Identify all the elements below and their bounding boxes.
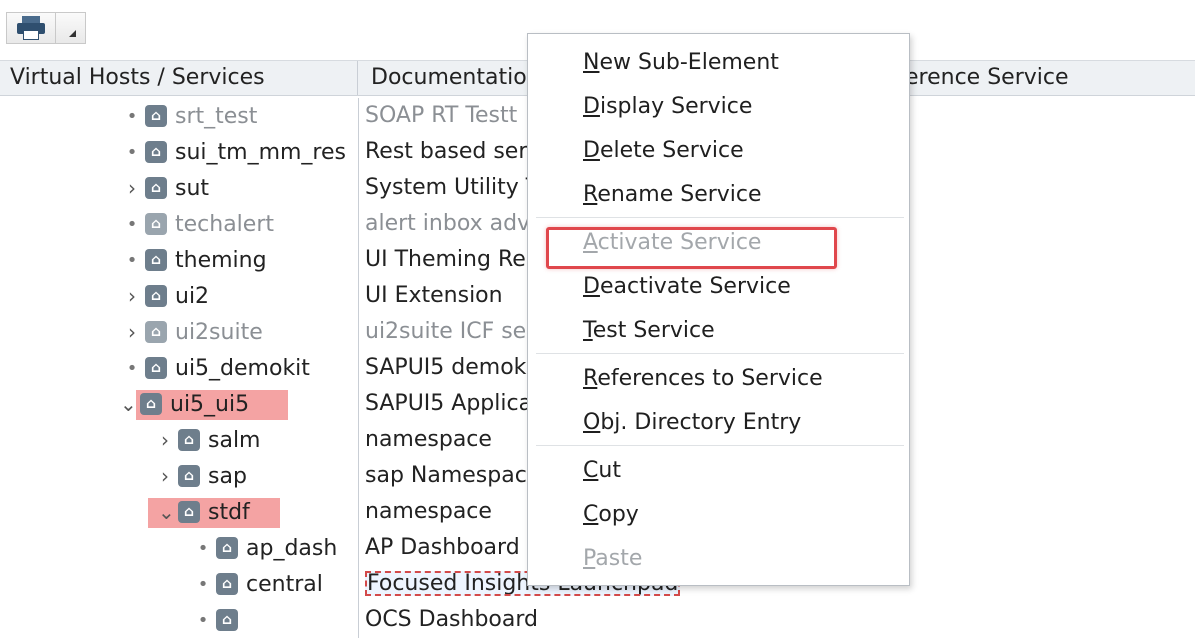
expand-chevron-icon[interactable]: › [125, 176, 139, 200]
service-icon: ⌂ [140, 393, 162, 415]
bullet-icon: • [126, 105, 138, 127]
menu-item-obj-directory-entry[interactable]: Obj. Directory Entry [583, 403, 801, 443]
bullet-icon: • [126, 249, 138, 271]
service-name: ui2 [175, 283, 210, 309]
service-icon: ⌂ [145, 285, 167, 307]
expand-chevron-icon[interactable]: › [125, 320, 139, 344]
service-name: theming [175, 247, 267, 273]
print-icon [17, 16, 45, 40]
service-icon: ⌂ [145, 105, 167, 127]
annotation-highlight-box [546, 227, 837, 269]
header-reference-service[interactable]: erence Service [905, 61, 1185, 95]
menu-item-new-sub-element[interactable]: New Sub-Element [583, 43, 779, 83]
header-virtual-hosts-services[interactable]: Virtual Hosts / Services [0, 61, 358, 95]
menu-item-test-service[interactable]: Test Service [583, 311, 715, 351]
service-icon: ⌂ [145, 213, 167, 235]
menu-separator [536, 353, 904, 354]
service-icon: ⌂ [145, 249, 167, 271]
menu-item-rename-service[interactable]: Rename Service [583, 175, 762, 215]
menu-item-references-to-service[interactable]: References to Service [583, 359, 823, 399]
collapse-chevron-icon[interactable]: ⌄ [120, 392, 137, 416]
tree-row[interactable]: • ⌂ OCS Dashboard [0, 602, 1195, 638]
bullet-icon: • [126, 213, 138, 235]
expand-chevron-icon[interactable]: › [158, 464, 172, 488]
print-dropdown-button[interactable] [56, 12, 86, 44]
print-button[interactable] [6, 12, 56, 44]
expand-chevron-icon[interactable]: › [125, 284, 139, 308]
collapse-chevron-icon[interactable]: ⌄ [158, 500, 175, 524]
service-name: sut [175, 175, 210, 201]
menu-item-paste[interactable]: Paste [583, 539, 642, 579]
service-icon: ⌂ [145, 321, 167, 343]
service-name: sui_tm_mm_res [175, 139, 346, 165]
menu-item-copy[interactable]: Copy [583, 495, 639, 535]
menu-separator [536, 445, 904, 446]
toolbar [6, 10, 86, 46]
service-name: srt_test [175, 103, 258, 129]
service-name: salm [208, 427, 261, 453]
service-name: ui5_demokit [175, 355, 310, 381]
expand-chevron-icon[interactable]: › [158, 428, 172, 452]
service-icon: ⌂ [216, 609, 238, 631]
service-icon: ⌂ [216, 537, 238, 559]
service-name: ui2suite [175, 319, 263, 345]
menu-item-display-service[interactable]: Display Service [583, 87, 752, 127]
service-name: techalert [175, 211, 274, 237]
service-doc: OCS Dashboard [358, 602, 688, 638]
menu-item-delete-service[interactable]: Delete Service [583, 131, 744, 171]
service-name: central [246, 571, 323, 597]
dropdown-triangle-icon [69, 29, 76, 37]
service-icon: ⌂ [178, 429, 200, 451]
bullet-icon: • [126, 357, 138, 379]
service-name: sap [208, 463, 247, 489]
service-icon: ⌂ [145, 177, 167, 199]
service-icon: ⌂ [145, 357, 167, 379]
service-icon: ⌂ [145, 141, 167, 163]
service-icon: ⌂ [216, 573, 238, 595]
bullet-icon: • [126, 141, 138, 163]
bullet-icon: • [197, 609, 209, 631]
menu-item-deactivate-service[interactable]: Deactivate Service [583, 267, 791, 307]
service-name: ap_dash [246, 535, 338, 561]
service-icon: ⌂ [178, 465, 200, 487]
context-menu: New Sub-Element Display Service Delete S… [527, 33, 910, 586]
bullet-icon: • [197, 573, 209, 595]
menu-separator [536, 217, 904, 218]
menu-item-cut[interactable]: Cut [583, 451, 621, 491]
service-icon: ⌂ [178, 501, 200, 523]
service-name: ui5_ui5 [170, 391, 250, 417]
bullet-icon: • [197, 537, 209, 559]
service-name: stdf [208, 499, 250, 525]
